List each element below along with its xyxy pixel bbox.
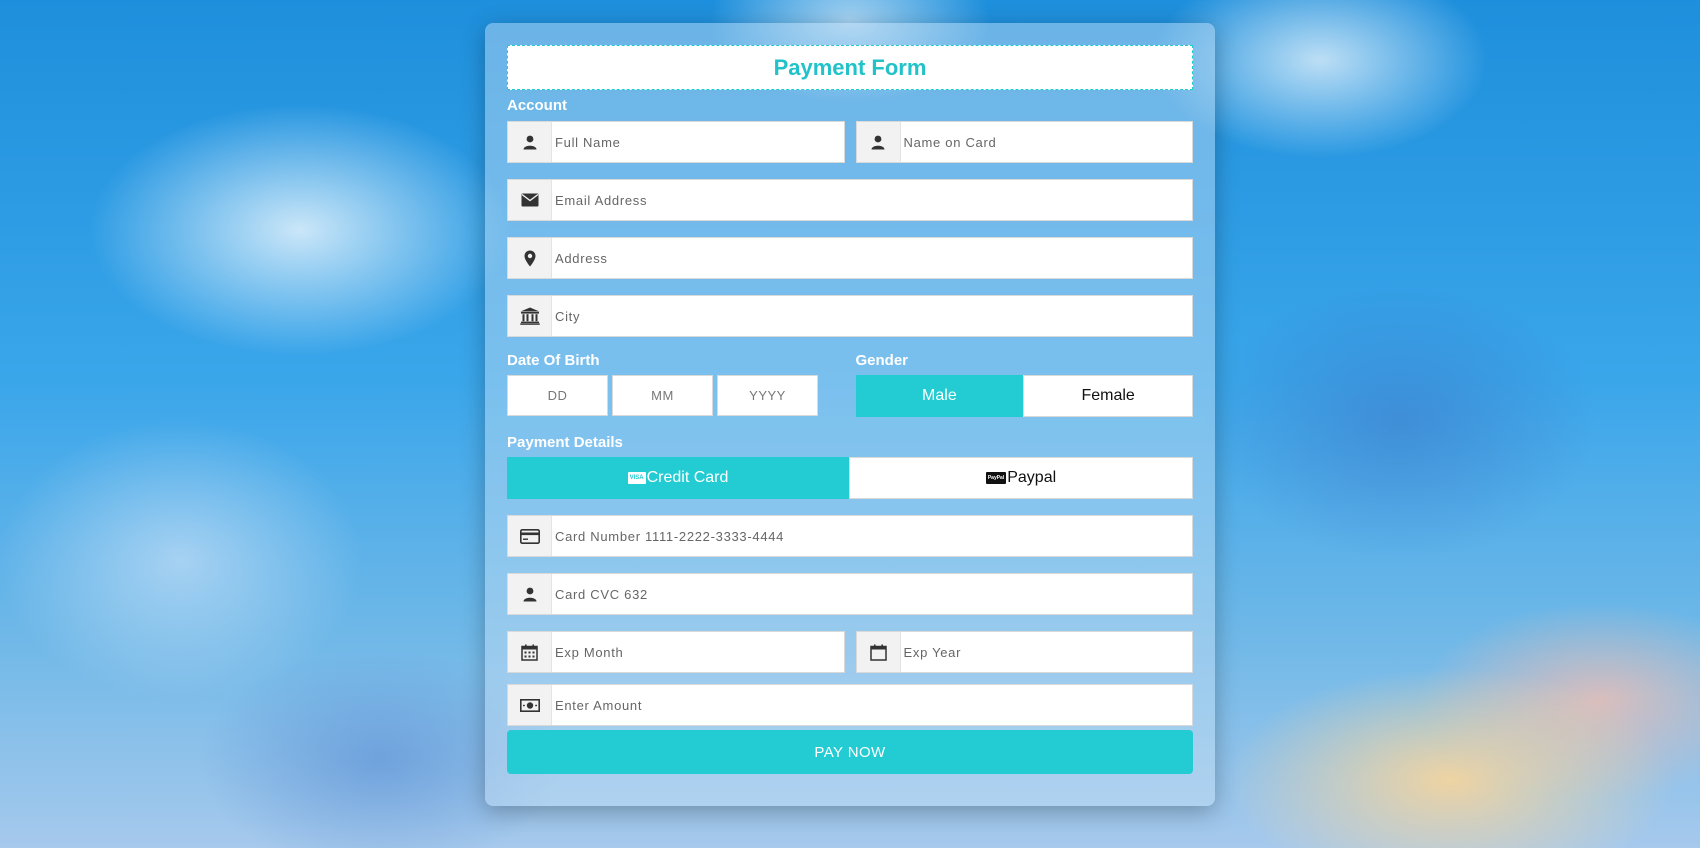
pay-now-label: PAY NOW <box>814 743 886 761</box>
payment-method-paypal[interactable]: PayPal Paypal <box>849 457 1193 499</box>
exp-month-field[interactable] <box>507 631 845 673</box>
credit-card-icon <box>508 516 552 556</box>
user-icon <box>508 122 552 162</box>
credit-card-label: Credit Card <box>646 469 729 486</box>
gender-female-label: Female <box>1081 387 1135 404</box>
card-cvc-field[interactable] <box>507 573 1193 615</box>
dob-day-input[interactable] <box>508 376 607 415</box>
user-icon <box>508 574 552 614</box>
email-input[interactable] <box>552 180 1192 220</box>
name-on-card-field[interactable] <box>855 121 1193 163</box>
card-number-input[interactable] <box>552 516 1192 556</box>
payment-method-credit-card[interactable]: VISA Credit Card <box>507 457 849 499</box>
section-label-gender: Gender <box>855 352 909 369</box>
section-label-date-of-birth: Date Of Birth <box>507 352 600 369</box>
dob-month-field[interactable] <box>612 375 713 416</box>
city-field[interactable] <box>507 295 1193 337</box>
dob-month-input[interactable] <box>613 376 712 415</box>
dob-day-field[interactable] <box>507 375 608 416</box>
visa-icon: VISA <box>627 472 646 484</box>
city-input[interactable] <box>552 296 1192 336</box>
payment-form-card: Payment Form Account Full Name Name on C… <box>485 23 1215 806</box>
gender-male-option[interactable]: Male <box>855 375 1024 417</box>
exp-year-field[interactable] <box>855 631 1193 673</box>
amount-field[interactable] <box>507 684 1193 726</box>
amount-input[interactable] <box>552 685 1192 725</box>
paypal-label: Paypal <box>1007 469 1057 486</box>
exp-year-input[interactable] <box>900 632 1192 672</box>
money-icon <box>508 685 552 725</box>
form-header: Payment Form <box>507 45 1193 90</box>
calendar-icon <box>508 632 552 672</box>
payment-method-toggle-group: VISA Credit Card PayPal Paypal <box>507 457 1193 499</box>
address-field[interactable] <box>507 237 1193 279</box>
bank-icon <box>508 296 552 336</box>
name-on-card-input[interactable] <box>900 122 1192 162</box>
card-cvc-input[interactable] <box>552 574 1192 614</box>
address-input[interactable] <box>552 238 1192 278</box>
dob-year-input[interactable] <box>718 376 817 415</box>
gender-female-option[interactable]: Female <box>1023 375 1193 417</box>
gender-male-label: Male <box>922 387 957 404</box>
section-label-account: Account <box>507 97 567 114</box>
full-name-field[interactable] <box>507 121 845 163</box>
envelope-icon <box>508 180 552 220</box>
paypal-icon: PayPal <box>985 472 1007 484</box>
map-marker-icon <box>508 238 552 278</box>
user-icon <box>856 122 901 162</box>
full-name-input[interactable] <box>552 122 844 162</box>
form-title: Payment Form <box>773 54 927 80</box>
card-number-field[interactable] <box>507 515 1193 557</box>
calendar-icon <box>856 632 901 672</box>
email-field[interactable] <box>507 179 1193 221</box>
gender-toggle-group: Male Female <box>855 375 1193 417</box>
section-label-payment-details: Payment Details <box>507 434 623 451</box>
exp-month-input[interactable] <box>552 632 844 672</box>
date-of-birth-group <box>507 375 845 416</box>
pay-now-button[interactable]: PAY NOW <box>507 730 1193 774</box>
dob-year-field[interactable] <box>717 375 818 416</box>
